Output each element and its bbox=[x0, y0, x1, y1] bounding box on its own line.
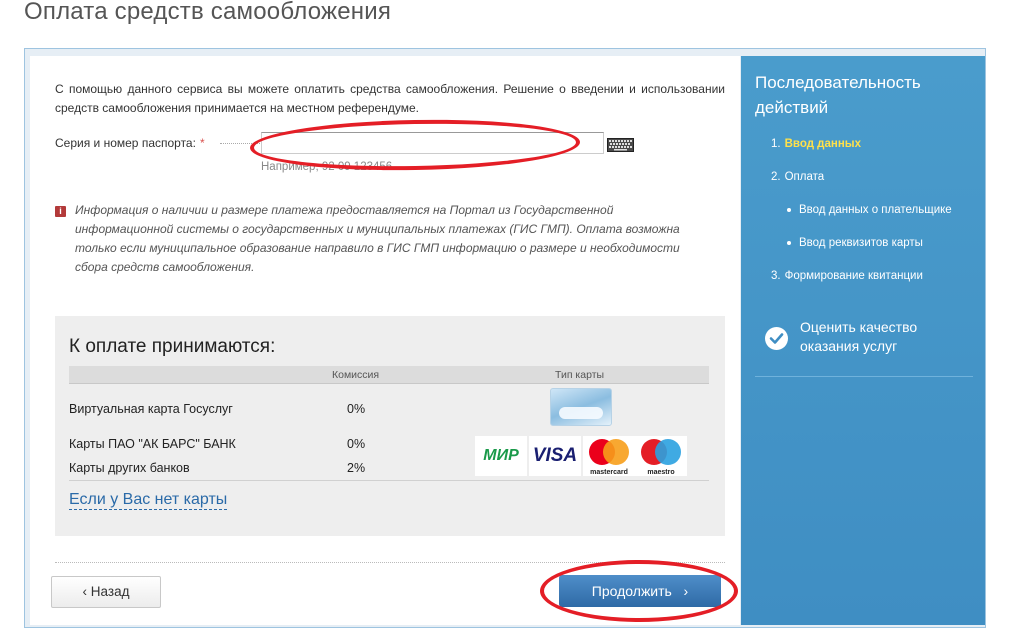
mir-logo: МИР bbox=[475, 436, 527, 476]
step-2-number: 2. bbox=[771, 171, 781, 183]
bullet-icon bbox=[787, 207, 791, 212]
header-commission: Комиссия bbox=[332, 369, 380, 381]
required-mark: * bbox=[199, 136, 205, 150]
gosuslugi-card-image bbox=[550, 388, 612, 426]
step-3-number: 3. bbox=[771, 270, 781, 282]
visa-logo: VISA bbox=[529, 436, 581, 476]
footer-divider bbox=[55, 562, 725, 563]
row-commission-other-banks: 2% bbox=[347, 461, 366, 475]
payment-title: К оплате принимаются: bbox=[69, 336, 276, 357]
continue-button-label: Продолжить bbox=[591, 583, 672, 599]
label-leader bbox=[220, 143, 260, 144]
passport-label-text: Серия и номер паспорта: bbox=[55, 136, 196, 150]
bullet-icon bbox=[787, 240, 791, 245]
back-button[interactable]: ‹ Назад bbox=[51, 576, 161, 608]
payment-divider bbox=[69, 480, 709, 481]
passport-hint: Например, 92 09 123456 bbox=[261, 161, 393, 173]
sidebar-title: Последовательность действий bbox=[755, 73, 921, 117]
info-icon: i bbox=[55, 206, 66, 217]
payment-table-header: Комиссия Тип карты bbox=[69, 366, 709, 384]
mastercard-logo-text: mastercard bbox=[590, 469, 628, 476]
no-card-link[interactable]: Если у Вас нет карты bbox=[69, 491, 228, 510]
continue-button[interactable]: Продолжить › bbox=[559, 575, 721, 607]
step-2: 2. Оплата bbox=[771, 171, 824, 183]
step-1-number: 1. bbox=[771, 138, 781, 150]
back-button-label: Назад bbox=[90, 584, 130, 599]
step-1: 1. Ввод данных bbox=[771, 138, 861, 150]
row-commission-ak-bars: 0% bbox=[347, 437, 366, 451]
passport-label: Серия и номер паспорта: * bbox=[55, 136, 205, 150]
payment-methods-box: К оплате принимаются: Комиссия Тип карты… bbox=[55, 316, 725, 536]
page-title: Оплата средств самообложения bbox=[24, 0, 392, 25]
next-chevron-icon: › bbox=[683, 583, 689, 599]
row-commission-virtual-card: 0% bbox=[347, 402, 366, 416]
sidebar: Последовательность действий 1. Ввод данны… bbox=[741, 56, 985, 625]
mastercard-logo: mastercard bbox=[583, 436, 635, 476]
row-label-ak-bars: Карты ПАО "АК БАРС" БАНК bbox=[69, 437, 236, 451]
info-text: Информация о наличии и размере платежа п… bbox=[75, 203, 680, 274]
step-1-label: Ввод данных bbox=[784, 138, 861, 150]
step-2-sub-2-label: Ввод реквизитов карты bbox=[799, 237, 923, 249]
maestro-logo: maestro bbox=[635, 436, 687, 476]
keyboard-icon[interactable] bbox=[607, 138, 634, 152]
passport-input[interactable] bbox=[261, 132, 604, 154]
step-2-sub-2: Ввод реквизитов карты bbox=[787, 237, 923, 249]
row-label-virtual-card: Виртуальная карта Госуслуг bbox=[69, 402, 233, 416]
step-3: 3. Формирование квитанции bbox=[771, 270, 923, 282]
maestro-logo-text: maestro bbox=[647, 469, 674, 476]
row-label-other-banks: Карты других банков bbox=[69, 461, 190, 475]
step-3-label: Формирование квитанции bbox=[784, 270, 923, 282]
main-panel: С помощью данного сервиса вы можете опла… bbox=[30, 56, 740, 625]
back-chevron-icon: ‹ bbox=[82, 584, 88, 599]
rate-service-label: Оценить качество оказания услуг bbox=[800, 319, 918, 354]
check-circle-icon bbox=[765, 327, 788, 350]
step-2-sub-1: Ввод данных о плательщике bbox=[787, 204, 952, 216]
intro-text: С помощью данного сервиса вы можете опла… bbox=[55, 82, 725, 115]
header-card-type: Тип карты bbox=[555, 369, 605, 381]
step-2-sub-1-label: Ввод данных о плательщике bbox=[799, 204, 952, 216]
sidebar-divider bbox=[755, 376, 973, 377]
step-2-label: Оплата bbox=[784, 171, 825, 183]
